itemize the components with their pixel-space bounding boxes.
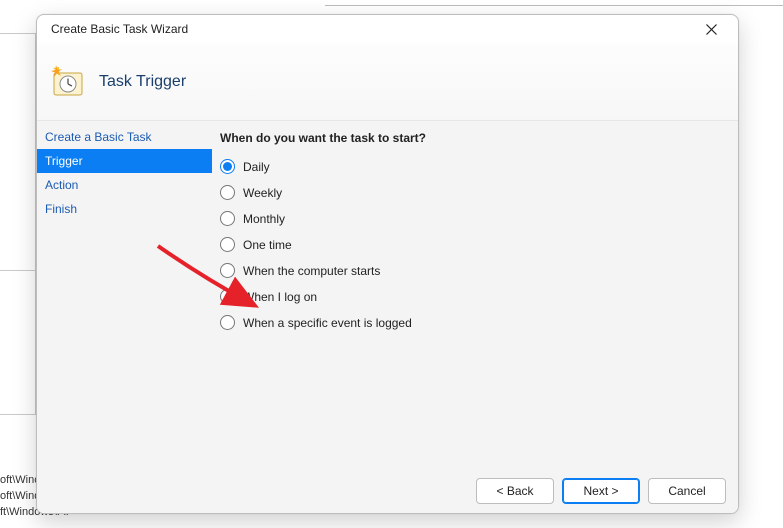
option-label: Weekly xyxy=(243,186,282,200)
option-label: One time xyxy=(243,238,292,252)
option-label: Daily xyxy=(243,160,270,174)
titlebar: Create Basic Task Wizard xyxy=(37,15,738,43)
bg-divider xyxy=(0,270,36,271)
wizard-header: Task Trigger xyxy=(37,43,738,121)
option-label: When the computer starts xyxy=(243,264,380,278)
radio-computer-starts[interactable] xyxy=(220,263,235,278)
radio-event-logged[interactable] xyxy=(220,315,235,330)
option-computer-starts[interactable]: When the computer starts xyxy=(220,263,726,278)
bg-border xyxy=(325,5,783,6)
option-monthly[interactable]: Monthly xyxy=(220,211,726,226)
radio-weekly[interactable] xyxy=(220,185,235,200)
option-event-logged[interactable]: When a specific event is logged xyxy=(220,315,726,330)
wizard-footer: < Back Next > Cancel xyxy=(37,469,738,513)
trigger-options: Daily Weekly Monthly One time When the c… xyxy=(220,159,726,330)
radio-daily[interactable] xyxy=(220,159,235,174)
option-daily[interactable]: Daily xyxy=(220,159,726,174)
nav-create-task[interactable]: Create a Basic Task xyxy=(37,125,212,149)
next-button[interactable]: Next > xyxy=(562,478,640,504)
wizard-body: Create a Basic Task Trigger Action Finis… xyxy=(37,121,738,469)
wizard-step-title: Task Trigger xyxy=(99,73,186,91)
clock-task-icon xyxy=(51,65,85,99)
radio-log-on[interactable] xyxy=(220,289,235,304)
trigger-prompt: When do you want the task to start? xyxy=(220,131,726,145)
dialog-title: Create Basic Task Wizard xyxy=(51,22,692,36)
nav-trigger[interactable]: Trigger xyxy=(37,149,212,173)
bg-left-panel xyxy=(0,33,36,415)
nav-finish[interactable]: Finish xyxy=(37,197,212,221)
radio-monthly[interactable] xyxy=(220,211,235,226)
option-label: When a specific event is logged xyxy=(243,316,412,330)
radio-one-time[interactable] xyxy=(220,237,235,252)
wizard-dialog: Create Basic Task Wizard Task Trigger Cr… xyxy=(36,14,739,514)
option-label: Monthly xyxy=(243,212,285,226)
nav-action[interactable]: Action xyxy=(37,173,212,197)
option-one-time[interactable]: One time xyxy=(220,237,726,252)
close-button[interactable] xyxy=(692,17,730,41)
back-button[interactable]: < Back xyxy=(476,478,554,504)
option-weekly[interactable]: Weekly xyxy=(220,185,726,200)
cancel-button[interactable]: Cancel xyxy=(648,478,726,504)
close-icon xyxy=(706,24,717,35)
wizard-content: When do you want the task to start? Dail… xyxy=(212,121,738,469)
option-label: When I log on xyxy=(243,290,317,304)
option-log-on[interactable]: When I log on xyxy=(220,289,726,304)
wizard-nav: Create a Basic Task Trigger Action Finis… xyxy=(37,121,212,469)
